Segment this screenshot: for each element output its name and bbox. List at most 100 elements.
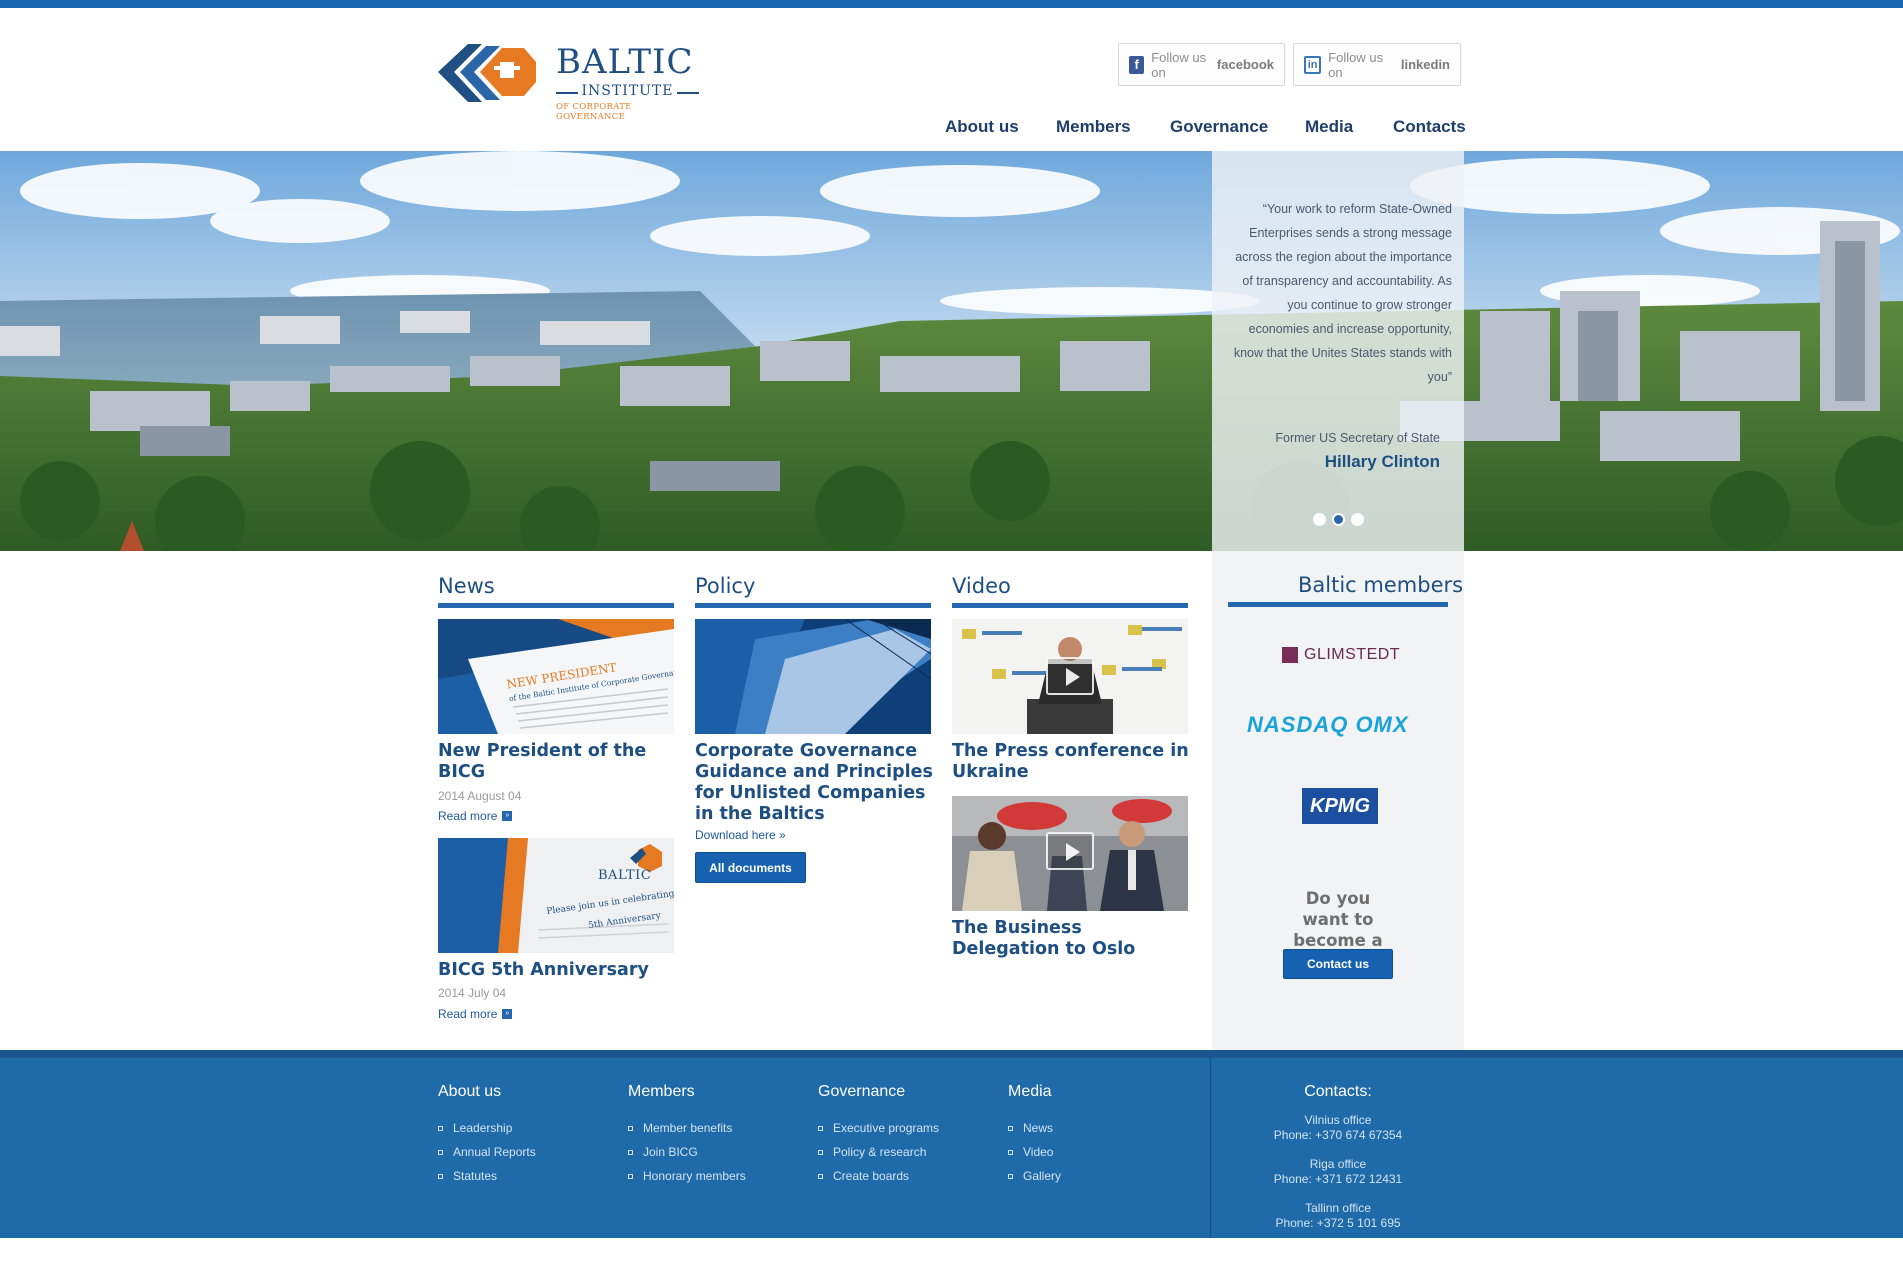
footer-link-policy-research[interactable]: Policy & research — [818, 1140, 939, 1164]
square-bullet-icon — [818, 1125, 823, 1131]
footer-members-links: Member benefits Join BICG Honorary membe… — [628, 1116, 746, 1188]
video-item-2-title[interactable]: The Business Delegation to Oslo — [952, 918, 1192, 960]
slider-dot-1[interactable] — [1313, 513, 1326, 526]
footer-link-join-bicg[interactable]: Join BICG — [628, 1140, 746, 1164]
nav-members[interactable]: Members — [1056, 117, 1131, 137]
video-thumb-1[interactable] — [952, 619, 1188, 734]
hero-slider: “Your work to reform State-Owned Enterpr… — [0, 151, 1903, 551]
logo-mark-icon — [438, 44, 536, 102]
footer-media-heading[interactable]: Media — [1008, 1083, 1052, 1101]
play-icon — [1046, 657, 1094, 695]
policy-download-link[interactable]: Download here » — [695, 828, 786, 842]
footer-link-label: Gallery — [1023, 1169, 1062, 1183]
news-heading-rule — [438, 603, 674, 608]
facebook-icon: f — [1129, 55, 1145, 74]
footer-link-create-boards[interactable]: Create boards — [818, 1164, 939, 1188]
slider-dot-3[interactable] — [1351, 513, 1364, 526]
news-item-1-read-more-label: Read more — [438, 809, 498, 823]
footer-link-gallery[interactable]: Gallery — [1008, 1164, 1061, 1188]
logo-title: BALTIC — [556, 42, 694, 82]
policy-heading-rule — [695, 603, 931, 608]
footer-link-label: Policy & research — [833, 1145, 927, 1159]
glimstedt-mark-icon — [1282, 647, 1298, 663]
square-bullet-icon — [1008, 1125, 1013, 1131]
nasdaq-omx-logo[interactable]: NASDAQ OMX — [1247, 712, 1409, 738]
footer-link-label: Honorary members — [643, 1169, 746, 1183]
facebook-follow-button[interactable]: f Follow us on facebook — [1118, 43, 1285, 86]
video-heading: Video — [952, 574, 1011, 598]
linkedin-follow-network: linkedin — [1400, 57, 1450, 72]
members-heading-rule — [1228, 602, 1448, 607]
footer-link-statutes[interactable]: Statutes — [438, 1164, 536, 1188]
news-item-2-read-more-label: Read more — [438, 1007, 498, 1021]
site-logo[interactable]: BALTIC INSTITUTE OF CORPORATE GOVERNANCE — [438, 40, 703, 122]
office-phone[interactable]: Phone: +370 674 67354 — [1212, 1128, 1464, 1143]
kpmg-logo[interactable]: KPMG — [1302, 788, 1378, 824]
footer-link-news[interactable]: News — [1008, 1116, 1061, 1140]
nav-about-us[interactable]: About us — [945, 117, 1019, 137]
hero-quote-text: “Your work to reform State-Owned Enterpr… — [1233, 202, 1452, 384]
footer-link-honorary-members[interactable]: Honorary members — [628, 1164, 746, 1188]
footer-link-video[interactable]: Video — [1008, 1140, 1061, 1164]
footer-link-executive-programs[interactable]: Executive programs — [818, 1116, 939, 1140]
news-item-1-read-more[interactable]: Read more » — [438, 809, 513, 823]
footer-link-label: Leadership — [453, 1121, 513, 1135]
footer-contacts-heading: Contacts: — [1304, 1083, 1372, 1100]
logo-tagline: OF CORPORATE GOVERNANCE — [556, 102, 632, 122]
footer-link-label: Statutes — [453, 1169, 498, 1183]
video-thumb-2[interactable] — [952, 796, 1188, 911]
video-item-1-title[interactable]: The Press conference in Ukraine — [952, 741, 1192, 783]
news-thumb-2[interactable]: BALTIC Please join us in celebrating 5th… — [438, 838, 674, 953]
footer-about-links: Leadership Annual Reports Statutes — [438, 1116, 536, 1188]
news-item-2-read-more[interactable]: Read more » — [438, 1007, 513, 1021]
footer-media-links: News Video Gallery — [1008, 1116, 1061, 1188]
hero-quote-role: Former US Secretary of State — [1275, 431, 1440, 445]
double-chevron-right-icon: » — [502, 811, 513, 821]
policy-thumb[interactable] — [695, 619, 931, 734]
linkedin-follow-button[interactable]: in Follow us on linkedin — [1293, 43, 1461, 86]
all-documents-button[interactable]: All documents — [695, 852, 806, 883]
policy-item-title[interactable]: Corporate Governance Guidance and Princi… — [695, 741, 935, 825]
news-thumb-2-logo-text: BALTIC — [598, 868, 652, 883]
glimstedt-logo-text: GLIMSTEDT — [1304, 646, 1401, 663]
nav-contacts[interactable]: Contacts — [1393, 117, 1466, 137]
facebook-follow-prefix: Follow us on — [1151, 49, 1207, 80]
facebook-follow-network: facebook — [1216, 57, 1274, 72]
slider-dot-2[interactable] — [1332, 513, 1345, 526]
square-bullet-icon — [438, 1149, 443, 1155]
news-thumb-1[interactable]: NEW PRESIDENT of the Baltic Institute of… — [438, 619, 674, 734]
nav-media[interactable]: Media — [1305, 117, 1353, 137]
office-name: Vilnius office — [1304, 1113, 1372, 1127]
news-heading: News — [438, 574, 495, 598]
footer-members-heading[interactable]: Members — [628, 1083, 695, 1101]
square-bullet-icon — [438, 1173, 443, 1179]
hero-quote-author: Hillary Clinton — [1324, 452, 1440, 471]
footer-link-label: Annual Reports — [453, 1145, 536, 1159]
logo-subtitle: INSTITUTE — [556, 83, 699, 99]
office-name: Tallinn office — [1305, 1201, 1371, 1215]
office-name: Riga office — [1309, 1157, 1367, 1171]
news-item-1-title[interactable]: New President of the BICG — [438, 741, 674, 783]
news-item-2-title[interactable]: BICG 5th Anniversary — [438, 960, 674, 981]
glimstedt-logo[interactable]: GLIMSTEDT — [1282, 646, 1400, 664]
footer-link-annual-reports[interactable]: Annual Reports — [438, 1140, 536, 1164]
hero-cityscape-image — [0, 151, 1903, 551]
site-footer — [0, 1050, 1903, 1238]
footer-about-heading[interactable]: About us — [438, 1083, 501, 1101]
slider-pagination — [1313, 513, 1364, 526]
square-bullet-icon — [628, 1125, 633, 1131]
footer-link-member-benefits[interactable]: Member benefits — [628, 1116, 746, 1140]
footer-link-leadership[interactable]: Leadership — [438, 1116, 536, 1140]
square-bullet-icon — [1008, 1173, 1013, 1179]
square-bullet-icon — [628, 1173, 633, 1179]
contact-us-button[interactable]: Contact us — [1283, 949, 1393, 979]
office-phone[interactable]: Phone: +372 5 101 695 — [1212, 1216, 1464, 1231]
contact-office-vilnius: Vilnius office Phone: +370 674 67354 — [1212, 1113, 1464, 1143]
footer-governance-heading[interactable]: Governance — [818, 1083, 905, 1101]
square-bullet-icon — [438, 1125, 443, 1131]
news-item-2-date: 2014 July 04 — [438, 986, 507, 1000]
nav-governance[interactable]: Governance — [1170, 117, 1268, 137]
office-phone[interactable]: Phone: +371 672 12431 — [1212, 1172, 1464, 1187]
linkedin-follow-prefix: Follow us on — [1328, 49, 1384, 80]
footer-link-label: Join BICG — [643, 1145, 698, 1159]
